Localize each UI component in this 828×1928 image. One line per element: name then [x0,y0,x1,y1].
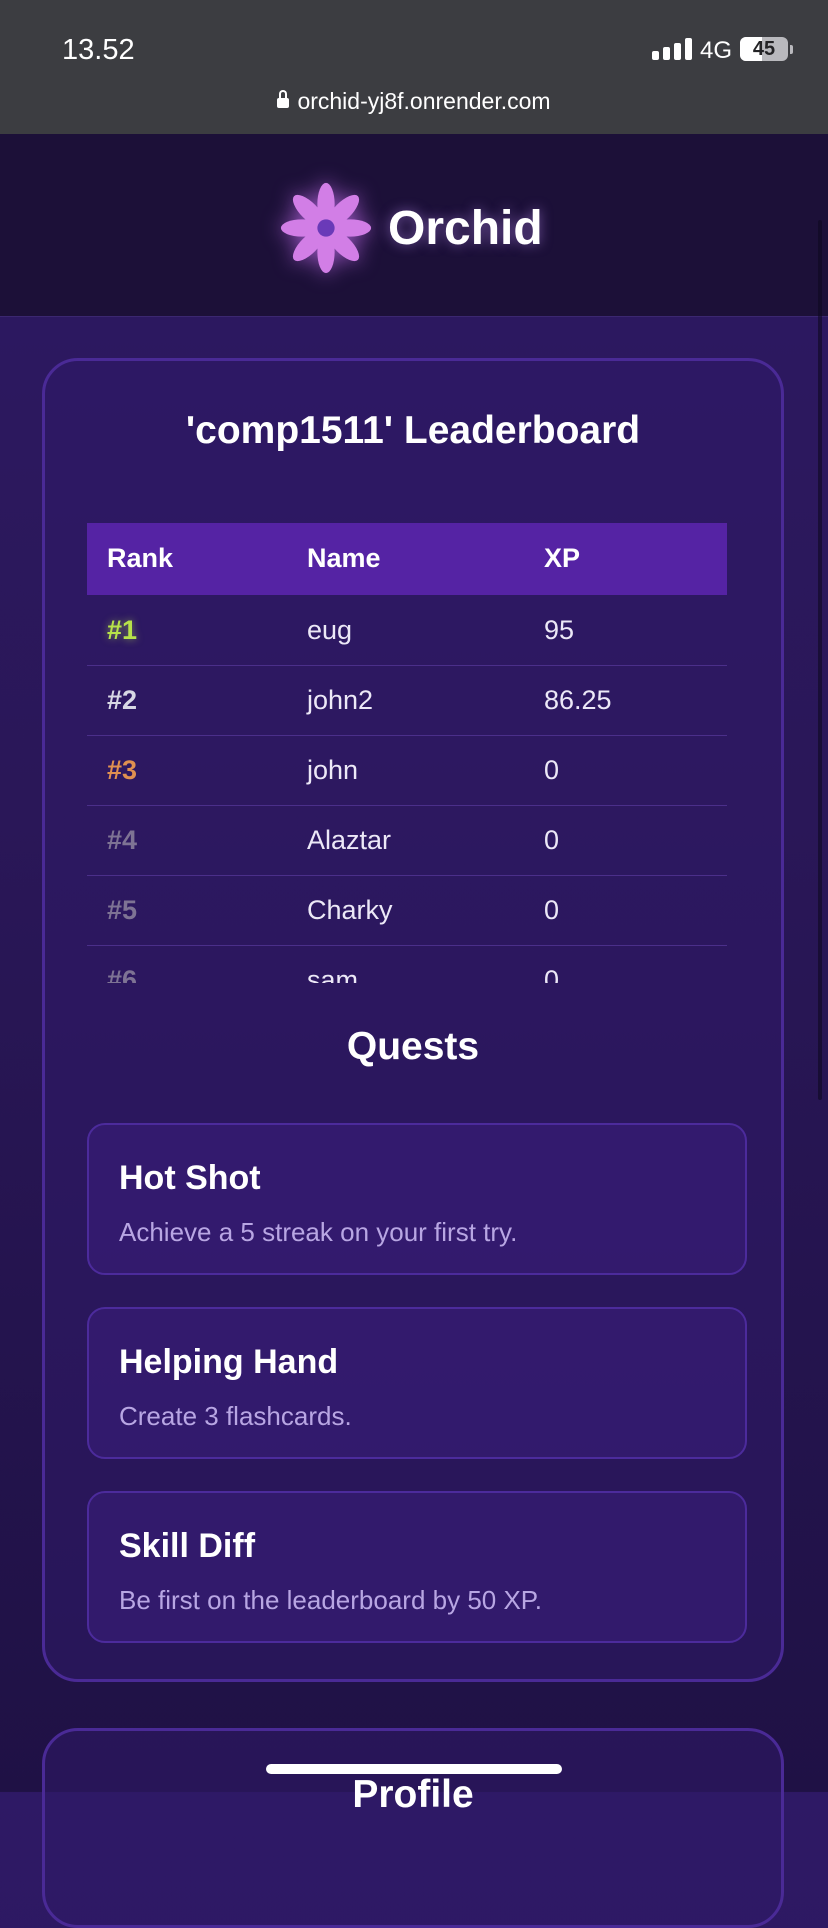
column-header-name: Name [307,543,381,573]
name-cell: Charky [307,895,393,925]
name-cell: eug [307,615,353,645]
lock-icon [277,90,290,108]
name-cell: Alaztar [307,825,392,855]
table-row: #6 sam 0 [87,945,727,983]
rank-cell: #3 [107,755,138,785]
quest-card[interactable]: Skill Diff Be first on the leaderboard b… [87,1491,747,1643]
app-header: Orchid [0,134,828,317]
rank-cell: #2 [107,685,138,715]
url-text: orchid-yj8f.onrender.com [297,88,551,114]
quest-card[interactable]: Helping Hand Create 3 flashcards. [87,1307,747,1459]
rank-cell: #1 [107,615,138,645]
browser-status-bar: 13.52 4G 45 orchid-yj8f.onrender.com [0,0,828,134]
quest-description: Achieve a 5 streak on your first try. [119,1217,518,1247]
leaderboard-card: 'comp1511' Leaderboard Rank Name XP #1 e… [42,358,784,1682]
column-header-rank: Rank [107,543,174,573]
table-row: #4 Alaztar 0 [87,805,727,876]
network-label: 4G [700,37,733,64]
profile-card: Profile [42,1728,784,1928]
quest-description: Be first on the leaderboard by 50 XP. [119,1585,543,1615]
xp-cell: 86.25 [544,685,612,715]
home-indicator[interactable] [266,1764,562,1774]
address-bar[interactable]: orchid-yj8f.onrender.com [0,88,828,115]
scrollbar[interactable] [818,220,822,1100]
battery-tip [790,45,793,54]
battery-level: 45 [752,37,776,60]
table-row: #5 Charky 0 [87,875,727,946]
brand[interactable]: Orchid [278,180,543,276]
brand-name: Orchid [388,201,543,255]
rank-cell: #5 [107,895,138,925]
table-row: #2 john2 86.25 [87,665,727,736]
xp-cell: 95 [544,615,575,645]
profile-title: Profile [352,1773,474,1816]
battery-icon: 45 [740,37,788,61]
quest-name: Helping Hand [119,1343,339,1381]
column-header-xp: XP [544,543,581,573]
leaderboard-title: 'comp1511' Leaderboard [185,409,641,452]
table-row: #1 eug 95 [87,595,727,666]
xp-cell: 0 [544,965,560,983]
quest-name: Skill Diff [119,1527,256,1565]
leaderboard-table[interactable]: Rank Name XP #1 eug 95 #2 john2 86.25 #3… [87,523,727,983]
quest-name: Hot Shot [119,1159,261,1197]
quest-description: Create 3 flashcards. [119,1401,352,1431]
quests-title: Quests [346,1025,480,1068]
table-row: #3 john 0 [87,735,727,806]
xp-cell: 0 [544,895,560,925]
name-cell: john [307,755,359,785]
orchid-flower-icon [280,182,372,274]
clock: 13.52 [62,34,135,66]
signal-icon [652,38,692,60]
table-header: Rank Name XP [87,523,727,595]
name-cell: sam [307,965,359,983]
rank-cell: #4 [107,825,138,855]
rank-cell: #6 [107,965,138,983]
xp-cell: 0 [544,825,560,855]
name-cell: john2 [307,685,374,715]
quest-card[interactable]: Hot Shot Achieve a 5 streak on your firs… [87,1123,747,1275]
xp-cell: 0 [544,755,560,785]
